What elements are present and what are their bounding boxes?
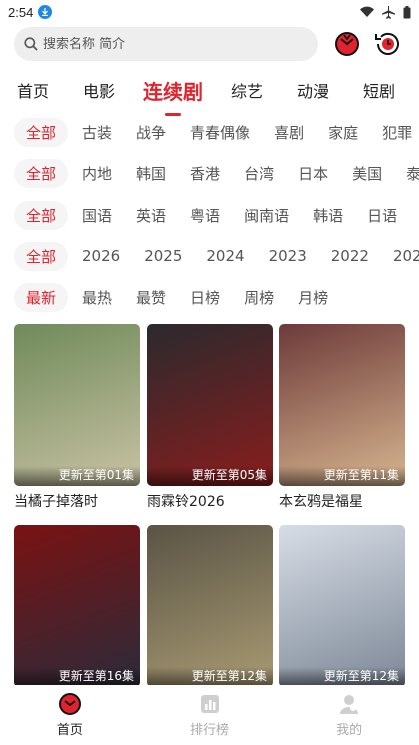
tab-short-drama[interactable]: 短剧 — [346, 78, 412, 102]
filter-genre-costume[interactable]: 古装 — [82, 122, 112, 143]
filter-region-korea[interactable]: 韩国 — [136, 163, 166, 184]
filter-row-sort: 最新 最热 最赞 日榜 周榜 月榜 — [0, 282, 419, 312]
nav-ranking-label: 排行榜 — [190, 723, 230, 738]
nav-home[interactable]: 首页 — [0, 685, 140, 745]
filter-row-genre: 全部 古装 战争 青春偶像 喜剧 家庭 犯罪 — [0, 117, 419, 147]
filter-region-thailand[interactable]: 泰国 — [406, 163, 419, 184]
tab-anime[interactable]: 动漫 — [280, 78, 346, 102]
filter-year-2024[interactable]: 2024 — [206, 247, 244, 265]
series-poster: 更新至第16集 — [14, 525, 140, 687]
nav-ranking[interactable]: 排行榜 — [140, 685, 280, 745]
filter-sort-most-liked[interactable]: 最赞 — [136, 287, 166, 308]
ranking-icon — [200, 695, 219, 713]
filter-genre-comedy[interactable]: 喜剧 — [274, 122, 304, 143]
filter-language-mandarin[interactable]: 国语 — [82, 205, 112, 226]
filter-year-2021[interactable]: 2021 — [393, 247, 419, 265]
filter-region-hongkong[interactable]: 香港 — [190, 163, 220, 184]
filter-region-all[interactable]: 全部 — [14, 158, 69, 188]
tab-series[interactable]: 连续剧 — [132, 76, 214, 116]
episode-badge: 更新至第16集 — [58, 669, 134, 683]
series-title: 雨霖铃2026 — [147, 494, 225, 510]
search-input[interactable] — [43, 36, 293, 52]
episode-badge: 更新至第12集 — [191, 669, 267, 683]
episode-badge: 更新至第01集 — [58, 468, 134, 482]
filter-language-english[interactable]: 英语 — [136, 205, 166, 226]
filter-row-year: 全部 2026 2025 2024 2023 2022 2021 — [0, 241, 419, 271]
series-card[interactable]: 更新至第11集 本玄鸦是福星 — [279, 324, 405, 511]
filter-language-all[interactable]: 全部 — [14, 200, 69, 230]
series-title: 本玄鸦是福星 — [279, 494, 363, 510]
series-card[interactable]: 更新至第01集 当橘子掉落时 — [14, 324, 140, 511]
series-poster: 更新至第12集 — [147, 525, 273, 687]
wifi-icon — [360, 6, 374, 18]
filter-year-all[interactable]: 全部 — [14, 241, 69, 271]
profile-icon — [340, 695, 359, 714]
series-poster: 更新至第11集 — [279, 324, 405, 486]
filter-year-2025[interactable]: 2025 — [144, 247, 182, 265]
series-card[interactable]: 更新至第12集 — [147, 525, 273, 692]
series-poster: 更新至第01集 — [14, 324, 140, 486]
filter-language-cantonese[interactable]: 粤语 — [190, 205, 220, 226]
filter-genre-all[interactable]: 全部 — [14, 117, 69, 147]
bottom-nav: 首页 排行榜 我的 — [0, 685, 419, 745]
home-icon — [58, 693, 81, 715]
download-icon — [38, 5, 53, 19]
filter-row-language: 全部 国语 英语 粤语 闽南语 韩语 日语 — [0, 200, 419, 230]
episode-badge: 更新至第12集 — [323, 669, 399, 683]
filter-genre-crime[interactable]: 犯罪 — [382, 122, 412, 143]
filter-row-region: 全部 内地 韩国 香港 台湾 日本 美国 泰国 — [0, 158, 419, 188]
episode-badge: 更新至第11集 — [323, 468, 399, 482]
filter-sort-daily[interactable]: 日榜 — [190, 287, 220, 308]
filter-language-minnan[interactable]: 闽南语 — [244, 205, 289, 226]
filter-genre-family[interactable]: 家庭 — [328, 122, 358, 143]
tab-variety[interactable]: 综艺 — [214, 78, 280, 102]
battery-icon — [403, 5, 411, 18]
episode-badge: 更新至第05集 — [191, 468, 267, 482]
tab-movie[interactable]: 电影 — [66, 78, 132, 102]
search-box[interactable] — [14, 27, 318, 61]
tab-series-label: 连续剧 — [143, 79, 203, 104]
series-card[interactable]: 更新至第05集 雨霖铃2026 — [147, 324, 273, 511]
filter-language-japanese[interactable]: 日语 — [367, 205, 397, 226]
channel-tabs: 首页 电影 连续剧 综艺 动漫 短剧 — [0, 70, 419, 116]
filter-year-2026[interactable]: 2026 — [82, 247, 120, 265]
filter-region-mainland[interactable]: 内地 — [82, 163, 112, 184]
filter-sort-hottest[interactable]: 最热 — [82, 287, 112, 308]
series-card[interactable]: 更新至第12集 — [279, 525, 405, 692]
history-icon[interactable] — [373, 29, 403, 59]
filter-region-usa[interactable]: 美国 — [352, 163, 382, 184]
filter-region-taiwan[interactable]: 台湾 — [244, 163, 274, 184]
airplane-icon — [382, 5, 395, 19]
filter-year-2023[interactable]: 2023 — [269, 247, 307, 265]
filter-genre-youth[interactable]: 青春偶像 — [190, 122, 250, 143]
search-icon — [24, 37, 38, 51]
series-poster: 更新至第12集 — [279, 525, 405, 687]
filter-region-japan[interactable]: 日本 — [298, 163, 328, 184]
status-time: 2:54 — [8, 4, 34, 20]
nav-profile[interactable]: 我的 — [279, 685, 419, 745]
filter-sort-weekly[interactable]: 周榜 — [244, 287, 274, 308]
series-title: 当橘子掉落时 — [14, 494, 98, 510]
filter-genre-war[interactable]: 战争 — [136, 122, 166, 143]
filter-language-korean[interactable]: 韩语 — [313, 205, 343, 226]
nav-profile-label: 我的 — [336, 723, 363, 738]
series-poster: 更新至第05集 — [147, 324, 273, 486]
tab-home[interactable]: 首页 — [0, 78, 66, 102]
series-card[interactable]: 更新至第16集 — [14, 525, 140, 692]
search-row — [14, 27, 409, 61]
active-tab-indicator — [165, 112, 181, 116]
filter-year-2022[interactable]: 2022 — [331, 247, 369, 265]
status-bar: 2:54 — [0, 0, 419, 24]
nav-home-label: 首页 — [56, 723, 83, 738]
filter-sort-latest[interactable]: 最新 — [14, 282, 69, 312]
filter-sort-monthly[interactable]: 月榜 — [298, 287, 328, 308]
watch-history-icon[interactable] — [332, 29, 362, 59]
